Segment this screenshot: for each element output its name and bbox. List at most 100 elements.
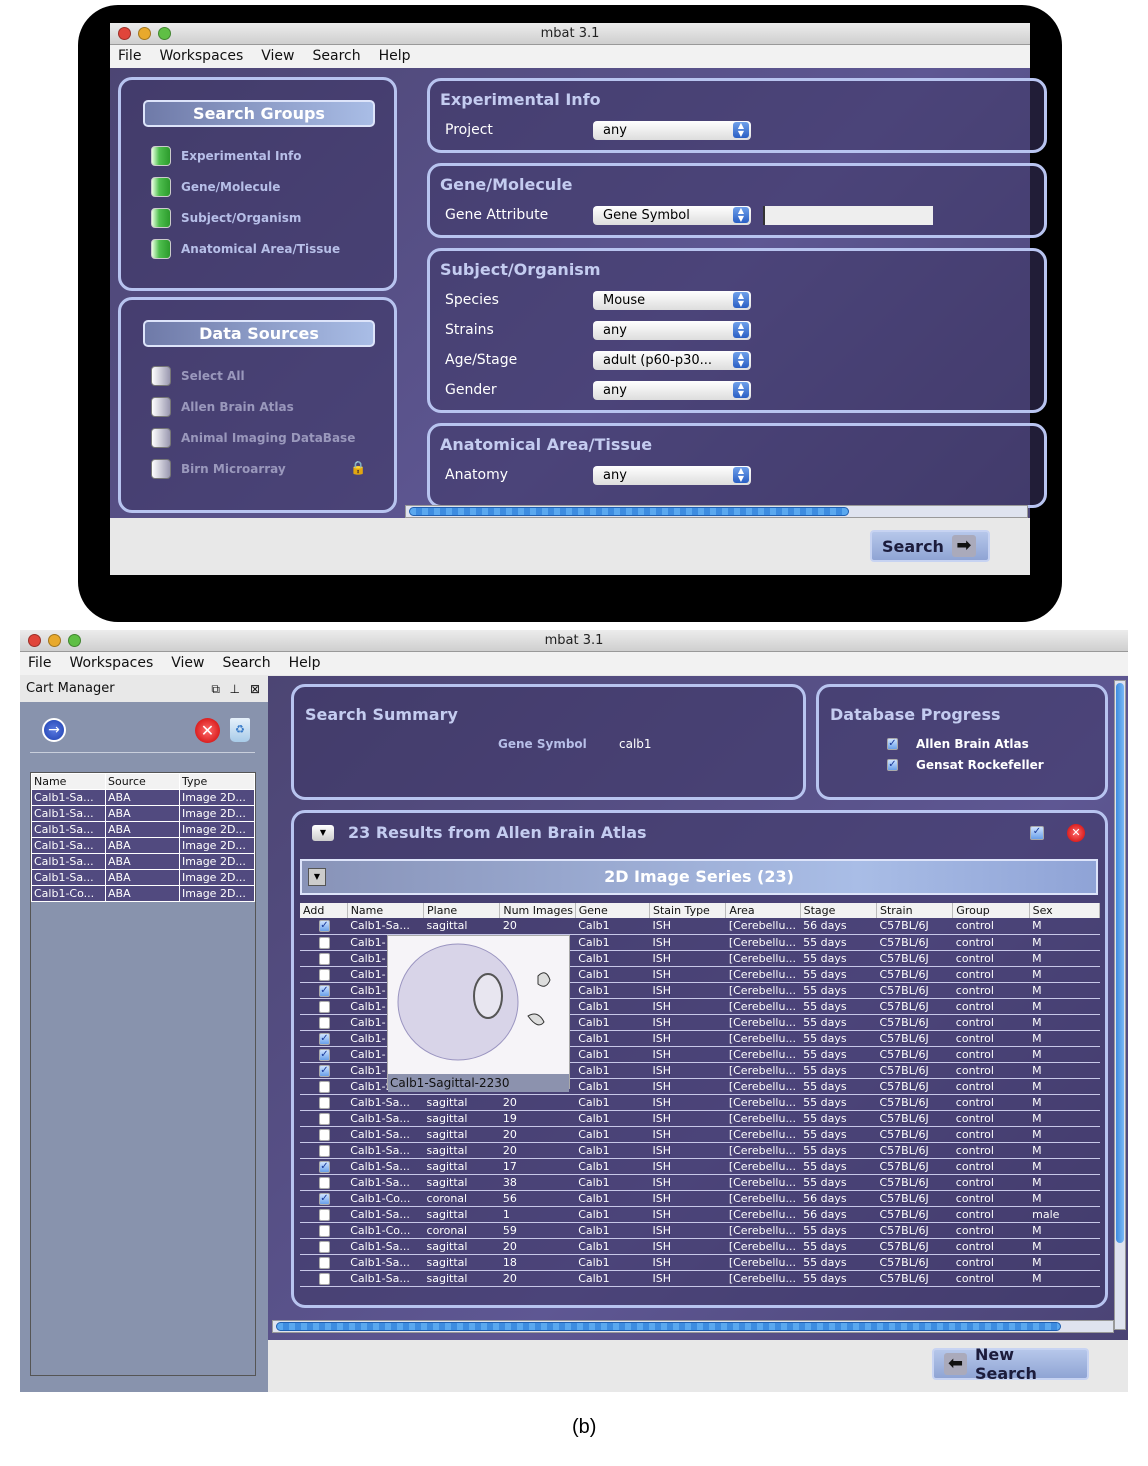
menu-workspaces[interactable]: Workspaces xyxy=(159,45,243,68)
close-panel-icon[interactable]: ⊠ xyxy=(250,676,260,702)
cart-row[interactable]: Calb1-Co... ABA Image 2D... xyxy=(31,885,255,902)
add-checkbox[interactable] xyxy=(319,1112,330,1125)
column-header[interactable]: Name xyxy=(31,773,106,790)
menu-view[interactable]: View xyxy=(171,652,204,675)
add-checkbox[interactable] xyxy=(319,1272,330,1285)
table-row[interactable]: Calb1-Sa... sagittal 38 Calb1 ISH [Cerebellu.… xyxy=(300,1174,1100,1191)
group-subject-organism[interactable]: Subject/Organism xyxy=(151,208,301,228)
vertical-scrollbar[interactable] xyxy=(1114,680,1126,1330)
add-checkbox[interactable]: ✓ xyxy=(319,1064,330,1077)
search-button[interactable]: Search ➡ xyxy=(870,530,990,562)
menu-help[interactable]: Help xyxy=(379,45,411,68)
trash-icon[interactable]: ♻ xyxy=(230,718,250,742)
table-row[interactable]: Calb1-Sa...sagittal20Calb1ISH[Cerebellu.… xyxy=(300,1238,1100,1255)
column-header[interactable]: Add xyxy=(300,903,348,918)
add-checkbox[interactable] xyxy=(319,1096,330,1109)
source-select-all[interactable]: Select All xyxy=(151,366,245,386)
add-checkbox[interactable] xyxy=(319,1144,330,1157)
column-header[interactable]: Stage xyxy=(800,903,877,918)
select-all-checkbox[interactable]: ✓ xyxy=(1030,826,1044,840)
close-button[interactable] xyxy=(28,634,41,647)
menu-search[interactable]: Search xyxy=(223,652,271,675)
horizontal-scrollbar[interactable] xyxy=(272,1320,1114,1333)
table-row[interactable]: Calb1-Sa... sagittal 19 Calb1 ISH [Cerebellu.… xyxy=(300,1110,1100,1127)
add-checkbox[interactable] xyxy=(319,1176,330,1189)
new-search-button[interactable]: ⬅ New Search xyxy=(932,1345,1089,1383)
zoom-button[interactable] xyxy=(68,634,81,647)
cart-row[interactable]: Calb1-Sa... ABA Image 2D... xyxy=(31,869,255,886)
close-button[interactable] xyxy=(118,27,131,40)
table-row[interactable]: ✓ Calb1-Sa... sagittal 17 Calb1 ISH [Cerebellu… xyxy=(300,1158,1100,1175)
column-header[interactable]: Name xyxy=(347,903,425,918)
add-checkbox[interactable]: ✓ xyxy=(319,1048,330,1061)
group-experimental-info[interactable]: Experimental Info xyxy=(151,146,301,166)
add-checkbox[interactable] xyxy=(319,1080,330,1093)
column-header[interactable]: Stain Type xyxy=(649,903,727,918)
horizontal-scrollbar[interactable] xyxy=(405,505,1028,518)
cart-row[interactable]: Calb1-Sa... ABA Image 2D... xyxy=(31,837,255,854)
cart-row[interactable]: Calb1-Sa... ABA Image 2D... xyxy=(31,821,255,838)
menu-file[interactable]: File xyxy=(118,45,141,68)
table-row[interactable]: Calb1-Sa... sagittal 18 Calb1 ISH [Cerebellu.… xyxy=(300,1254,1100,1271)
close-results-icon[interactable]: ✕ xyxy=(1067,824,1085,842)
source-allen-brain-atlas[interactable]: Allen Brain Atlas xyxy=(151,397,294,417)
add-checkbox[interactable] xyxy=(319,1000,330,1013)
column-header[interactable]: Num Images xyxy=(499,903,576,918)
column-header[interactable]: Plane xyxy=(423,903,501,918)
cart-row[interactable]: Calb1-Sa... ABA Image 2D... xyxy=(31,853,255,870)
gender-select[interactable]: any ▲ ▼ xyxy=(593,381,751,400)
collapse-toggle[interactable]: ▼ xyxy=(312,825,334,841)
minimize-button[interactable] xyxy=(138,27,151,40)
project-select[interactable]: any ▲ ▼ xyxy=(593,121,751,140)
column-header[interactable]: Strain xyxy=(876,903,954,918)
cart-row[interactable]: Calb1-Sa... ABA Image 2D... xyxy=(31,805,255,822)
age-stage-select[interactable]: adult (p60-p30... ▲ ▼ xyxy=(593,351,751,370)
add-checkbox[interactable]: ✓ xyxy=(319,984,330,997)
add-checkbox[interactable]: ✓ xyxy=(319,920,330,933)
zoom-button[interactable] xyxy=(158,27,171,40)
add-checkbox[interactable]: ✓ xyxy=(319,1160,330,1173)
table-row[interactable]: Calb1-Co... coronal 59 Calb1 ISH [Cerebellu..… xyxy=(300,1222,1100,1239)
group-gene-molecule[interactable]: Gene/Molecule xyxy=(151,177,280,197)
remove-icon[interactable]: ✕ xyxy=(195,718,220,743)
menu-view[interactable]: View xyxy=(261,45,294,68)
add-checkbox[interactable] xyxy=(319,1208,330,1221)
column-header[interactable]: Group xyxy=(952,903,1030,918)
add-checkbox[interactable] xyxy=(319,936,330,949)
column-header[interactable]: Source xyxy=(105,773,180,790)
gene-symbol-input[interactable] xyxy=(763,206,933,225)
menu-file[interactable]: File xyxy=(28,652,51,675)
collapse-series-toggle[interactable]: ▼ xyxy=(308,868,326,886)
menu-workspaces[interactable]: Workspaces xyxy=(69,652,153,675)
anatomy-select[interactable]: any ▲ ▼ xyxy=(593,466,751,485)
table-row[interactable]: Calb1-Sa... sagittal 1 Calb1 ISH [Cerebellu..… xyxy=(300,1206,1100,1223)
cart-row[interactable]: Calb1-Sa... ABA Image 2D... xyxy=(31,789,255,806)
add-checkbox[interactable] xyxy=(319,1240,330,1253)
add-checkbox[interactable] xyxy=(319,1224,330,1237)
add-checkbox[interactable]: ✓ xyxy=(319,1192,330,1205)
column-header[interactable]: Sex xyxy=(1029,903,1101,918)
add-checkbox[interactable] xyxy=(319,952,330,965)
table-row[interactable]: Calb1-Sa...sagittal20Calb1ISH[Cerebellu.… xyxy=(300,1126,1100,1143)
menu-help[interactable]: Help xyxy=(289,652,321,675)
strains-select[interactable]: any ▲ ▼ xyxy=(593,321,751,340)
add-checkbox[interactable] xyxy=(319,968,330,981)
minimize-button[interactable] xyxy=(48,634,61,647)
table-row[interactable]: ✓ Calb1-Co... coronal 56 Calb1 ISH [Cerebellu.… xyxy=(300,1190,1100,1207)
species-select[interactable]: Mouse ▲ ▼ xyxy=(593,291,751,310)
table-row[interactable]: ✓ Calb1-Sa... sagittal 20 Calb1 ISH [Cerebellu… xyxy=(300,918,1100,935)
group-anatomical[interactable]: Anatomical Area/Tissue xyxy=(151,239,340,259)
add-checkbox[interactable] xyxy=(319,1128,330,1141)
arrow-right-circle-icon[interactable]: → xyxy=(42,718,66,742)
column-header[interactable]: Area xyxy=(725,903,801,918)
add-checkbox[interactable] xyxy=(319,1256,330,1269)
table-row[interactable]: Calb1-Sa...sagittal20Calb1ISH[Cerebellu.… xyxy=(300,1094,1100,1111)
float-icon[interactable]: ⧉ xyxy=(211,676,220,702)
pin-icon[interactable]: ⊥ xyxy=(230,676,240,702)
table-row[interactable]: Calb1-Sa...sagittal20Calb1ISH[Cerebellu.… xyxy=(300,1142,1100,1159)
gene-attribute-select[interactable]: Gene Symbol ▲ ▼ xyxy=(593,206,751,225)
add-checkbox[interactable] xyxy=(319,1016,330,1029)
source-animal-imaging[interactable]: Animal Imaging DataBase xyxy=(151,428,355,448)
menu-search[interactable]: Search xyxy=(313,45,361,68)
column-header[interactable]: Type xyxy=(179,773,255,790)
